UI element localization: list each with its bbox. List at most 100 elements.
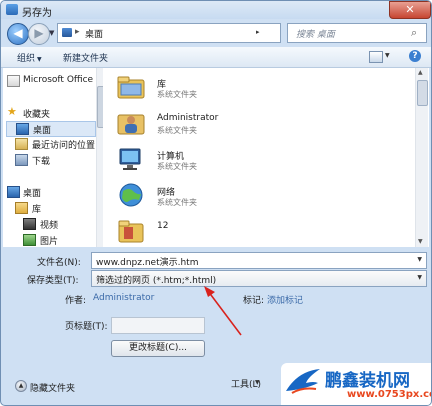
sidebar-item-label: 最近访问的位置 <box>32 141 96 151</box>
navigation-sidebar: Microsoft Office ★ 收藏夹 桌面 最近访问的位置 下载 桌面 <box>3 68 103 247</box>
sidebar-item-label: 视频 <box>40 221 59 231</box>
sidebar-item-desktop[interactable]: 桌面 <box>6 121 96 137</box>
file-type: 系统文件夹 <box>157 126 197 135</box>
author-value[interactable]: Administrator <box>93 293 154 303</box>
save-as-dialog: 另存为 ✕ ◀ ▶ ▼ ▸ 桌面 ▸ ↻ 搜索 桌面 ⌕ 组织▼ 新建文件夹 ▼… <box>0 0 432 406</box>
sidebar-item-label: 桌面 <box>33 126 52 136</box>
help-icon[interactable]: ? <box>409 50 421 62</box>
view-options-icon[interactable] <box>369 51 383 63</box>
organize-menu[interactable]: 组织 ▼ <box>17 51 42 64</box>
file-item-computer[interactable]: 计算机 系统文件夹 <box>111 142 411 178</box>
folder-icon <box>118 220 144 243</box>
address-location[interactable]: 桌面 <box>85 27 103 40</box>
sidebar-item-libraries[interactable]: 库 <box>3 201 95 215</box>
sidebar-item-downloads[interactable]: 下载 <box>3 153 95 167</box>
address-bar[interactable]: ▸ 桌面 ▸ ↻ <box>57 23 330 43</box>
star-icon: ★ <box>7 105 17 118</box>
filename-label: 文件名(N): <box>37 258 81 268</box>
tools-caret-icon[interactable]: ▼ <box>255 379 260 386</box>
search-icon[interactable]: ⌕ <box>411 26 417 40</box>
organize-caret-icon: ▼ <box>37 56 42 63</box>
watermark: 鹏鑫装机网 www.0753px.com <box>281 363 431 405</box>
sidebar-item-recent-places[interactable]: 最近访问的位置 <box>3 137 95 151</box>
command-toolbar: 组织 ▼ 新建文件夹 ▼ ? <box>1 47 431 68</box>
library-folder-icon <box>117 76 145 99</box>
filename-value: www.dnpz.net演示.htm <box>96 258 199 268</box>
sidebar-item-favorites[interactable]: ★ 收藏夹 <box>3 106 95 120</box>
sidebar-item-videos[interactable]: 视频 <box>3 217 95 231</box>
recent-places-icon <box>15 138 28 150</box>
sidebar-item-label: 收藏夹 <box>23 110 51 120</box>
sidebar-item-label: 桌面 <box>23 189 42 199</box>
desktop-icon <box>62 28 72 37</box>
sidebar-scrollbar[interactable] <box>96 68 103 247</box>
forward-button[interactable]: ▶ <box>28 23 50 45</box>
sidebar-item-label: 图片 <box>40 237 59 247</box>
library-icon <box>15 202 28 214</box>
author-label: 作者: <box>65 296 87 306</box>
watermark-url: www.0753px.com <box>347 389 431 400</box>
filename-field[interactable]: www.dnpz.net演示.htm ▼ <box>91 252 427 269</box>
watermark-brand: 鹏鑫装机网 <box>325 371 410 391</box>
change-title-button[interactable]: 更改标题(C)... <box>111 340 205 357</box>
filetype-dropdown-icon[interactable]: ▼ <box>417 274 422 281</box>
file-list-scroll-thumb[interactable] <box>417 80 428 106</box>
sidebar-item-desktop-root[interactable]: 桌面 <box>3 185 95 199</box>
search-placeholder: 搜索 桌面 <box>296 30 335 40</box>
browser-pane: Microsoft Office ★ 收藏夹 桌面 最近访问的位置 下载 桌面 <box>3 68 429 247</box>
sidebar-item-label: 下载 <box>32 157 51 167</box>
brand-logo-icon <box>286 369 320 394</box>
pagetitle-label: 页标题(T): <box>65 322 108 332</box>
address-separator-icon[interactable]: ▸ <box>75 27 80 37</box>
collapse-arrow-icon[interactable]: ▲ <box>15 380 27 392</box>
recent-pages-dropdown-icon[interactable]: ▼ <box>49 29 54 37</box>
title-bar: 另存为 ✕ <box>1 1 431 19</box>
file-list-scrollbar[interactable]: ▲ ▼ <box>415 68 428 247</box>
sidebar-item-microsoft-office[interactable]: Microsoft Office <box>3 74 95 88</box>
file-item-12[interactable]: 12 <box>111 214 411 247</box>
hide-folders-button[interactable]: 隐藏文件夹 <box>30 381 75 394</box>
search-input[interactable]: 搜索 桌面 ⌕ <box>287 23 427 43</box>
sidebar-item-pictures[interactable]: 图片 <box>3 233 95 247</box>
desktop-icon <box>16 123 29 135</box>
window-title: 另存为 <box>22 8 52 19</box>
desktop-icon <box>7 186 20 198</box>
file-name: 12 <box>157 221 169 231</box>
downloads-icon <box>15 154 28 166</box>
file-list: 库 系统文件夹 Administrator 系统文件夹 计算机 系统文件夹 网络… <box>111 68 415 247</box>
close-button[interactable]: ✕ <box>389 1 431 19</box>
filetype-label: 保存类型(T): <box>27 276 79 286</box>
filename-dropdown-icon[interactable]: ▼ <box>417 256 422 263</box>
pagetitle-field[interactable] <box>111 317 205 334</box>
network-icon <box>119 183 143 207</box>
back-button[interactable]: ◀ <box>7 23 29 45</box>
pictures-icon <box>23 234 36 246</box>
file-item-network[interactable]: 网络 系统文件夹 <box>111 178 411 214</box>
sidebar-scroll-thumb[interactable] <box>97 86 103 128</box>
computer-icon <box>119 148 141 170</box>
scroll-down-icon[interactable]: ▼ <box>418 238 423 245</box>
sidebar-item-label: Microsoft Office <box>23 75 94 85</box>
close-icon: ✕ <box>405 3 415 16</box>
view-dropdown-icon[interactable]: ▼ <box>385 52 390 59</box>
sidebar-item-label: 库 <box>32 205 42 215</box>
new-folder-button[interactable]: 新建文件夹 <box>63 51 108 64</box>
video-icon <box>23 218 36 230</box>
app-icon <box>6 4 18 15</box>
back-arrow-icon: ◀ <box>13 26 23 40</box>
scroll-up-icon[interactable]: ▲ <box>418 69 423 76</box>
file-item-administrator[interactable]: Administrator 系统文件夹 <box>111 106 411 142</box>
address-arrow-icon[interactable]: ▸ <box>256 28 260 36</box>
organize-label: 组织 <box>17 54 36 64</box>
user-folder-icon <box>117 114 145 135</box>
navigation-bar: ◀ ▶ ▼ ▸ 桌面 ▸ ↻ 搜索 桌面 ⌕ <box>1 20 431 46</box>
filetype-value: 筛选过的网页 (*.htm;*.html) <box>96 276 217 286</box>
tags-value[interactable]: 添加标记 <box>267 293 303 306</box>
filetype-select[interactable]: 筛选过的网页 (*.htm;*.html) ▼ <box>91 270 427 287</box>
file-type: 系统文件夹 <box>157 162 197 171</box>
tags-label: 标记: <box>243 296 265 306</box>
document-icon <box>7 75 20 87</box>
file-item-library[interactable]: 库 系统文件夹 <box>111 70 411 106</box>
file-type: 系统文件夹 <box>157 90 197 99</box>
file-type: 系统文件夹 <box>157 198 197 207</box>
